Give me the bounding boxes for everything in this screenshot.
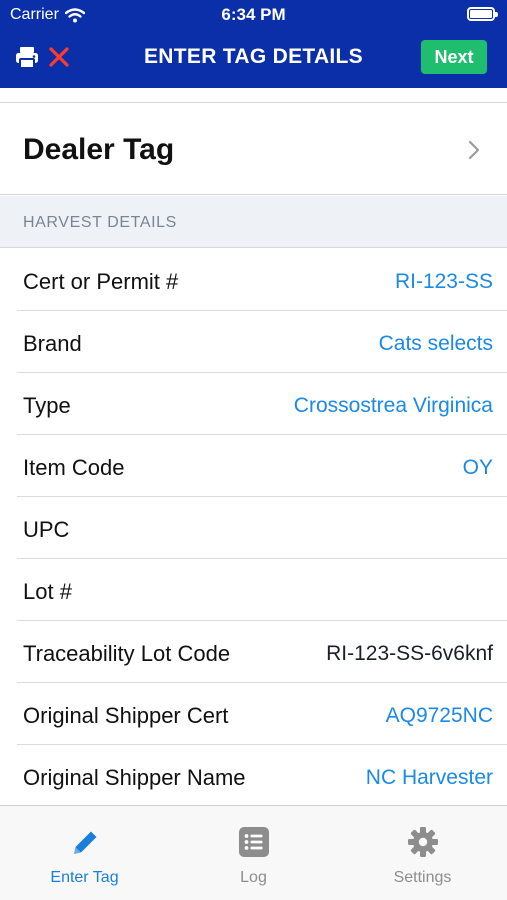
section-header: HARVEST DETAILS: [0, 196, 507, 248]
dealer-tag-row[interactable]: Dealer Tag: [0, 103, 507, 195]
close-icon[interactable]: [46, 44, 72, 70]
harvest-details-list: Cert or Permit # RI-123-SS Brand Cats se…: [0, 249, 507, 807]
section-title: HARVEST DETAILS: [23, 214, 177, 231]
tab-label: Log: [240, 869, 267, 886]
dealer-tag-label: Dealer Tag: [23, 133, 175, 166]
tab-settings[interactable]: Settings: [338, 806, 507, 900]
list-icon: [238, 827, 269, 857]
row-value: Cats selects: [378, 332, 493, 355]
row-value: NC Harvester: [365, 766, 493, 789]
row-type[interactable]: Type Crossostrea Virginica: [0, 373, 507, 435]
top-bar: Carrier 6:34 PM ENTER TAG DETAILS Next: [0, 0, 507, 88]
print-icon[interactable]: [14, 44, 40, 70]
tab-log[interactable]: Log: [169, 806, 338, 900]
row-value: RI-123-SS-6v6knf: [326, 642, 493, 665]
row-value: RI-123-SS: [394, 270, 493, 293]
row-value: AQ9725NC: [385, 704, 493, 727]
row-label: Original Shipper Cert: [23, 703, 229, 728]
row-traceability-lot-code[interactable]: Traceability Lot Code RI-123-SS-6v6knf: [0, 621, 507, 683]
status-bar: Carrier 6:34 PM: [0, 0, 507, 30]
row-label: UPC: [23, 517, 70, 542]
row-label: Lot #: [23, 579, 72, 604]
row-upc[interactable]: UPC: [0, 497, 507, 559]
gear-icon: [407, 827, 438, 857]
row-original-shipper-cert[interactable]: Original Shipper Cert AQ9725NC: [0, 683, 507, 745]
row-label: Item Code: [23, 455, 125, 480]
row-brand[interactable]: Brand Cats selects: [0, 311, 507, 373]
row-original-shipper-name[interactable]: Original Shipper Name NC Harvester: [0, 745, 507, 807]
row-value: Crossostrea Virginica: [293, 394, 493, 417]
row-lot-number[interactable]: Lot #: [0, 559, 507, 621]
row-label: Cert or Permit #: [23, 269, 179, 294]
row-label: Type: [23, 393, 71, 418]
chevron-right-icon: [468, 140, 480, 160]
battery-icon: [467, 7, 498, 21]
nav-bar: ENTER TAG DETAILS Next: [0, 30, 507, 86]
row-label: Original Shipper Name: [23, 765, 246, 790]
row-value: OY: [462, 456, 493, 479]
tab-label: Enter Tag: [50, 869, 119, 886]
pencil-icon: [73, 831, 96, 854]
status-time: 6:34 PM: [221, 5, 286, 24]
tab-bar: Enter Tag Log Settings: [0, 805, 507, 900]
tab-enter-tag[interactable]: Enter Tag: [0, 806, 169, 900]
row-label: Traceability Lot Code: [23, 641, 231, 666]
tab-label: Settings: [393, 869, 452, 886]
next-button[interactable]: Next: [421, 40, 487, 74]
row-cert-or-permit[interactable]: Cert or Permit # RI-123-SS: [0, 249, 507, 311]
row-label: Brand: [23, 331, 82, 356]
row-item-code[interactable]: Item Code OY: [0, 435, 507, 497]
